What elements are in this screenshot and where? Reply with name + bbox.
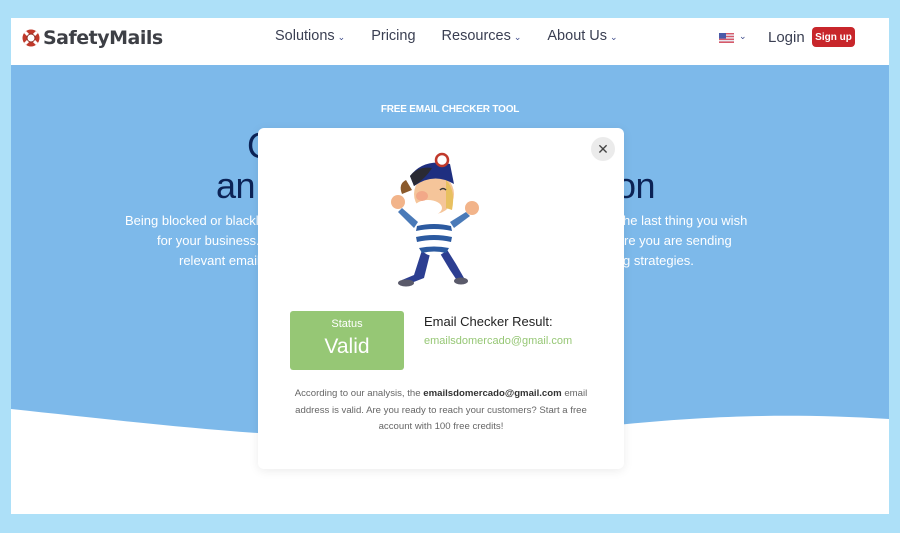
sailor-mascot-illustration [391,152,479,287]
chevron-down-icon: ⌄ [513,31,522,42]
status-label: Status [331,318,363,330]
us-flag-icon[interactable] [719,33,734,43]
login-link[interactable]: Login [768,29,805,46]
lifebuoy-icon [22,29,40,47]
signup-button[interactable]: Sign up [812,27,855,47]
brand-logo[interactable]: SafetyMails [21,27,163,49]
main-nav: Solutions ⌄ Pricing Resources ⌄ About Us… [275,28,644,44]
nav-label: Solutions [275,28,335,44]
result-title: Email Checker Result: [424,314,553,329]
nav-solutions[interactable]: Solutions ⌄ [275,28,345,44]
chevron-down-icon: ⌄ [610,31,618,42]
subtitle-fragment: Being blocked or blackli [125,213,262,228]
close-icon: ✕ [597,140,609,157]
result-description: According to our analysis, the emailsdom… [282,386,600,436]
nav-pricing[interactable]: Pricing [371,28,415,44]
nav-about-us[interactable]: About Us ⌄ [547,28,617,44]
email-result-modal: ✕ Status Valid Email Checker Result: ema [258,128,624,469]
description-email: emailsdomercado@gmail.com [423,388,562,399]
nav-label: Resources [441,28,511,44]
site-header: SafetyMails Solutions ⌄ Pricing Resource… [11,18,889,65]
result-email: emailsdomercado@gmail.com [424,335,573,347]
subtitle-fragment: relevant email [179,253,260,268]
headline-fragment: an [216,165,256,206]
nav-label: Pricing [371,28,416,44]
brand-name: SafetyMails [43,27,163,49]
subtitle-fragment: re you are sending [624,233,732,248]
chevron-down-icon: ⌄ [337,31,346,42]
language-chevron-down-icon[interactable]: ⌄ [739,31,747,42]
nav-resources[interactable]: Resources ⌄ [442,28,522,44]
subtitle-fragment: he last thing you wish [623,213,748,228]
hero-eyebrow: FREE EMAIL CHECKER TOOL [380,104,520,115]
status-badge: Status Valid [290,311,404,370]
nav-label: About Us [547,28,608,44]
subtitle-fragment: g strategies. [623,253,694,268]
close-button[interactable]: ✕ [591,137,615,161]
description-text: According to our analysis, the [294,388,424,399]
subtitle-fragment: for your business. U [157,233,273,248]
status-value: Valid [324,335,370,358]
